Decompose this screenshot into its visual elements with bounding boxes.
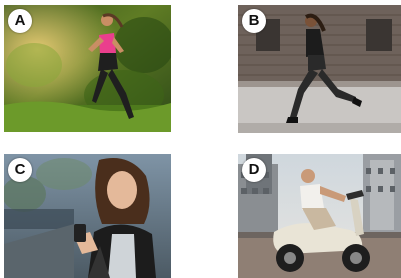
photo-man-scooter: D: [238, 154, 401, 278]
panel-label: A: [8, 9, 32, 33]
photo-runner-forest: A: [4, 5, 171, 132]
panel-label: D: [242, 158, 266, 182]
panel-label: C: [8, 158, 32, 182]
panel-label: B: [242, 9, 266, 33]
photo-runner-brick-wall: B: [238, 5, 401, 133]
photo-woman-smartphone: C: [4, 154, 171, 278]
